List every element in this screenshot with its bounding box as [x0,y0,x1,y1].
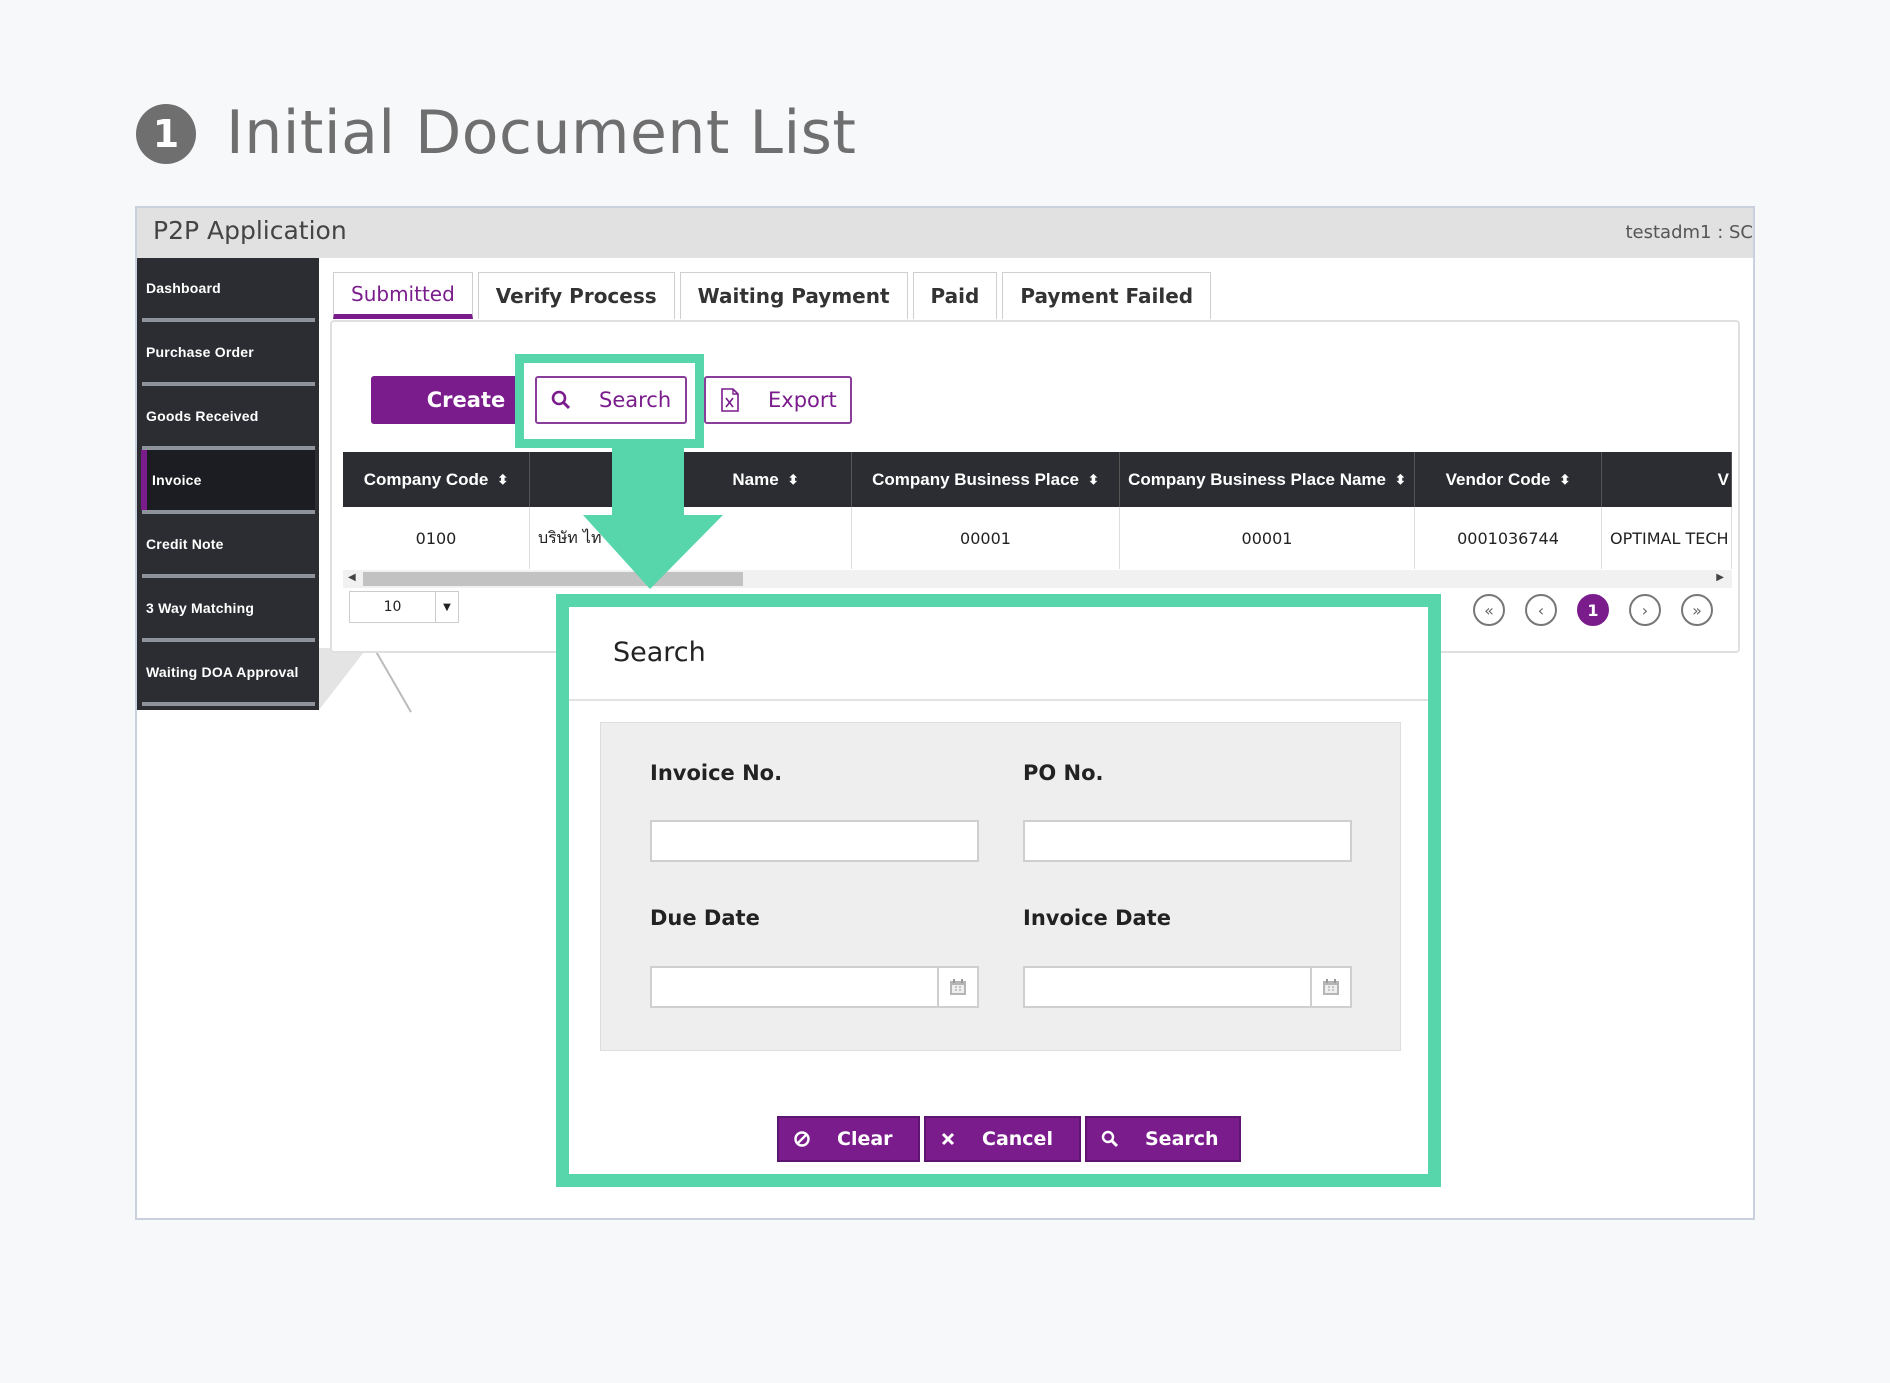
sort-icon: ⬍ [1395,471,1406,487]
invoice-date-field[interactable] [1023,966,1312,1008]
sort-icon: ⬍ [1088,471,1099,487]
export-button-label: Export [768,388,837,412]
po-no-label: PO No. [1023,761,1104,785]
pagination: « ‹ 1 › » [1473,594,1713,626]
cancel-button[interactable]: Cancel [924,1116,1081,1162]
sidebar-item-label: Dashboard [146,280,221,296]
page-size-select[interactable]: 10 ▼ [349,591,459,623]
tab-submitted[interactable]: Submitted [333,272,473,319]
dialog-search-button-label: Search [1145,1128,1219,1150]
excel-file-icon [720,388,740,412]
cell-business-place: 00001 [852,507,1120,569]
invoice-no-label: Invoice No. [650,761,783,785]
page-fold-line [373,647,412,713]
app-title: P2P Application [153,216,347,245]
sidebar-item-label: 3 Way Matching [146,600,255,616]
cell-business-place-name: 00001 [1120,507,1415,569]
sidebar-item-invoice[interactable]: Invoice [141,450,315,514]
sidebar-item-waiting-doa-approval[interactable]: Waiting DOA Approval [142,642,315,706]
invoice-no-field[interactable] [650,820,979,862]
sort-icon: ⬍ [497,471,509,487]
clear-icon [793,1130,811,1148]
scroll-right-icon[interactable]: ▶ [1716,572,1724,583]
status-tabs: Submitted Verify Process Waiting Payment… [333,272,1212,319]
sidebar-item-label: Credit Note [146,536,224,552]
clear-button-label: Clear [837,1128,893,1150]
column-header-company-business-place-name[interactable]: Company Business Place Name ⬍ [1120,452,1415,507]
cell-vendor-name: OPTIMAL TECH [1602,507,1732,569]
dialog-divider [569,699,1428,701]
tab-verify-process[interactable]: Verify Process [477,272,675,319]
sidebar-item-goods-received[interactable]: Goods Received [142,386,315,450]
tab-paid[interactable]: Paid [912,272,998,319]
sidebar-item-credit-note[interactable]: Credit Note [142,514,315,578]
column-header-company-code[interactable]: Company Code ⬍ [343,452,530,507]
sidebar-item-purchase-order[interactable]: Purchase Order [142,322,315,386]
tab-waiting-payment[interactable]: Waiting Payment [679,272,908,319]
cancel-button-label: Cancel [982,1128,1053,1150]
create-button-label: Create [426,388,506,412]
sidebar-item-label: Invoice [152,472,202,488]
table-row[interactable]: 0100 บริษัท ไท 00001 00001 0001036744 OP… [343,507,1732,569]
due-date-field[interactable] [650,966,939,1008]
sort-icon: ⬍ [1559,471,1571,487]
sidebar-item-label: Waiting DOA Approval [146,664,299,680]
column-header-company-business-place[interactable]: Company Business Place ⬍ [852,452,1120,507]
document-table: Company Code ⬍ Name ⬍ Company Business Pla… [343,452,1732,569]
search-dialog: Search Invoice No. PO No. Due Date Invoi… [556,594,1441,1187]
page-fold-decoration [319,648,367,710]
sidebar-item-label: Purchase Order [146,344,254,360]
due-date-label: Due Date [650,906,760,930]
page-number-current[interactable]: 1 [1577,594,1609,626]
down-arrow-icon [583,445,723,589]
previous-page-icon[interactable]: ‹ [1525,594,1557,626]
due-date-picker [650,966,979,1008]
cell-company-code: 0100 [343,507,530,569]
user-info[interactable]: testadm1 : SC [1625,222,1753,243]
dialog-search-button[interactable]: Search [1085,1116,1241,1162]
invoice-date-picker [1023,966,1352,1008]
column-header-label: Vendor Code [1445,469,1551,489]
search-icon [1101,1130,1119,1148]
next-page-icon[interactable]: › [1629,594,1661,626]
step-number-badge: 1 [136,104,196,164]
search-button-highlight [515,354,704,448]
table-header: Company Code ⬍ Name ⬍ Company Business Pla… [343,452,1732,507]
sort-icon: ⬍ [787,471,799,487]
column-header-vendor-code[interactable]: Vendor Code ⬍ [1415,452,1602,507]
clear-button[interactable]: Clear [777,1116,920,1162]
search-form: Invoice No. PO No. Due Date Invoice Date [600,722,1401,1051]
export-button[interactable]: Export [704,376,852,424]
chevron-down-icon[interactable]: ▼ [436,592,458,622]
app-titlebar: P2P Application testadm1 : SC [137,208,1753,258]
calendar-icon[interactable] [939,966,979,1008]
dialog-title: Search [613,637,706,668]
column-header-vendor[interactable]: V [1602,452,1732,507]
sidebar-item-3-way-matching[interactable]: 3 Way Matching [142,578,315,642]
column-header-label: Company Business Place Name [1128,469,1387,489]
invoice-date-label: Invoice Date [1023,906,1171,930]
sidebar-item-dashboard[interactable]: Dashboard [142,258,315,322]
sidebar-item-label: Goods Received [146,408,259,424]
column-header-label: Company Business Place [872,469,1079,489]
po-no-field[interactable] [1023,820,1352,862]
step-title: Initial Document List [226,98,857,168]
scroll-left-icon[interactable]: ◀ [348,572,356,583]
page-size-value: 10 [350,592,436,622]
calendar-icon[interactable] [1312,966,1352,1008]
sidebar: Dashboard Purchase Order Goods Received … [137,258,319,710]
close-icon [940,1131,956,1147]
tab-payment-failed[interactable]: Payment Failed [1002,272,1212,319]
column-header-label: V [1717,469,1729,489]
cell-vendor-code: 0001036744 [1415,507,1602,569]
column-header-label: Company Code [363,469,489,489]
last-page-icon[interactable]: » [1681,594,1713,626]
first-page-icon[interactable]: « [1473,594,1505,626]
column-header-label: Name [732,469,779,489]
create-button[interactable]: Create [371,376,521,424]
horizontal-scrollbar[interactable]: ◀ ▶ [343,570,1732,588]
